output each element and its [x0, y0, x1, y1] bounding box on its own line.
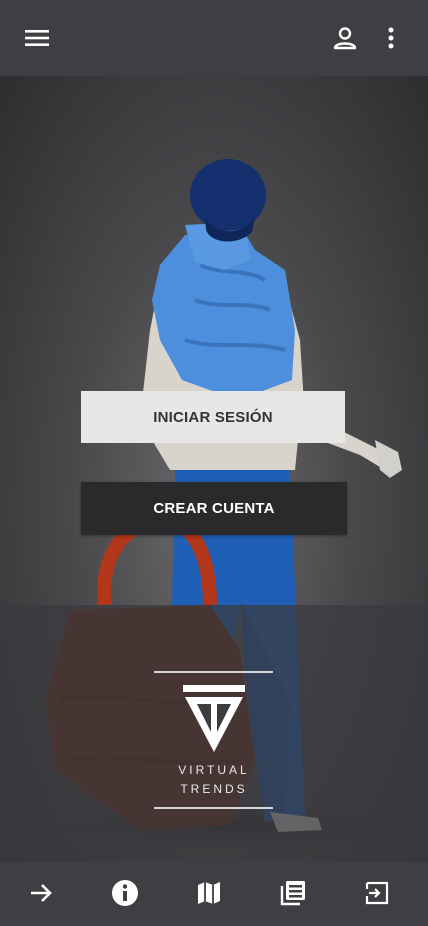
menu-icon[interactable]	[21, 22, 53, 54]
divider-top	[154, 671, 273, 673]
register-button[interactable]: CREAR CUENTA	[81, 482, 347, 535]
app-bar	[0, 0, 428, 76]
news-icon[interactable]	[276, 876, 310, 910]
login-button[interactable]: INICIAR SESIÓN	[81, 391, 345, 443]
brand-panel: VIRTUAL TRENDS	[0, 605, 428, 862]
account-icon[interactable]	[329, 22, 361, 54]
virtual-trends-logo	[183, 685, 245, 752]
brand-name-line2: TRENDS	[180, 782, 248, 796]
map-icon[interactable]	[192, 876, 226, 910]
exit-icon[interactable]	[360, 876, 394, 910]
info-icon[interactable]	[108, 876, 142, 910]
arrow-right-icon[interactable]	[24, 876, 58, 910]
bottom-nav	[0, 862, 428, 926]
divider-bottom	[154, 807, 273, 809]
more-vert-icon[interactable]	[375, 22, 407, 54]
brand-name-line1: VIRTUAL	[178, 763, 250, 777]
